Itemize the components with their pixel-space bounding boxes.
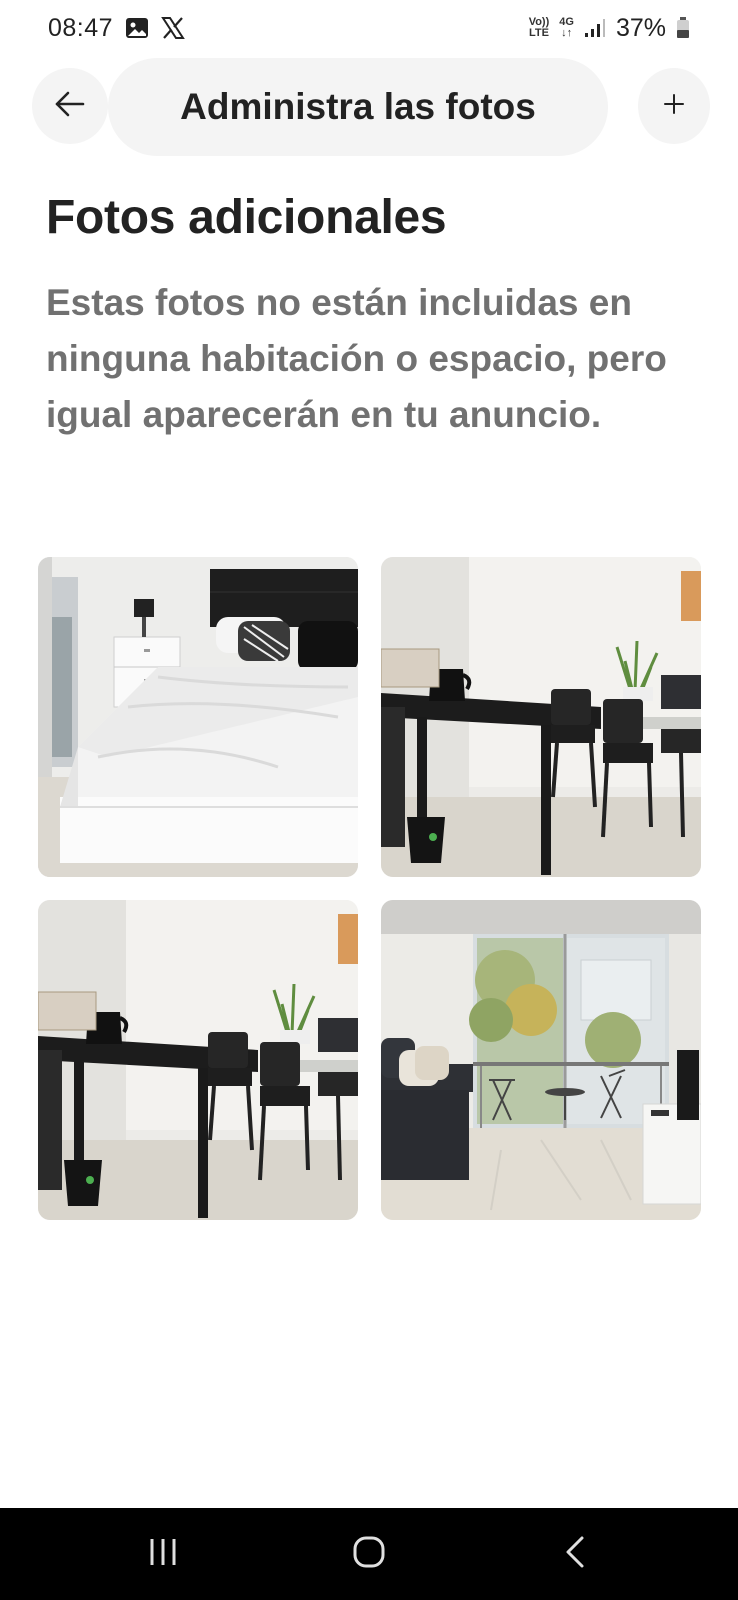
title-pill: Administra las fotos — [108, 58, 608, 156]
network-indicator: 4G ↓↑ — [559, 17, 574, 39]
arrow-left-icon — [55, 91, 85, 122]
page-title: Administra las fotos — [180, 86, 536, 127]
app-header: Administra las fotos — [0, 56, 738, 158]
volte-bottom: LTE — [528, 27, 549, 39]
status-bar: 08:47 Vo)) LTE 4G ↓↑ 37% — [0, 0, 738, 56]
plus-icon — [663, 93, 685, 120]
home-icon — [352, 1535, 386, 1574]
photo-dining-2-image — [38, 900, 358, 1220]
photo-bedroom-image — [38, 557, 358, 877]
screen: 08:47 Vo)) LTE 4G ↓↑ 37% Administra las … — [0, 0, 738, 1600]
back-icon — [564, 1535, 586, 1574]
photo-dining-2[interactable] — [38, 900, 358, 1220]
nav-back-button[interactable] — [535, 1524, 615, 1584]
photo-living-room[interactable] — [381, 900, 701, 1220]
signal-icon — [584, 18, 606, 38]
status-time: 08:47 — [48, 13, 114, 42]
photo-dining-image — [381, 557, 701, 877]
photo-living-room-image — [381, 900, 701, 1220]
add-photo-button[interactable] — [638, 68, 710, 144]
system-nav-bar — [0, 1508, 738, 1600]
battery-icon — [676, 17, 690, 39]
recent-apps-icon — [147, 1537, 179, 1572]
volte-indicator: Vo)) LTE — [529, 17, 550, 39]
section-title: Fotos adicionales — [46, 191, 447, 244]
battery-percent: 37% — [615, 13, 666, 42]
data-arrows-icon: ↓↑ — [561, 27, 573, 39]
photo-bedroom[interactable] — [38, 557, 358, 877]
recent-apps-button[interactable] — [123, 1524, 203, 1584]
home-button[interactable] — [329, 1524, 409, 1584]
gallery-icon — [125, 17, 149, 39]
status-left: 08:47 — [48, 14, 185, 43]
x-logo-icon — [161, 17, 185, 39]
status-right: Vo)) LTE 4G ↓↑ 37% — [529, 14, 690, 43]
photo-dining[interactable] — [381, 557, 701, 877]
back-button[interactable] — [32, 68, 108, 144]
section-description: Estas fotos no están incluidas en ningun… — [46, 282, 667, 435]
